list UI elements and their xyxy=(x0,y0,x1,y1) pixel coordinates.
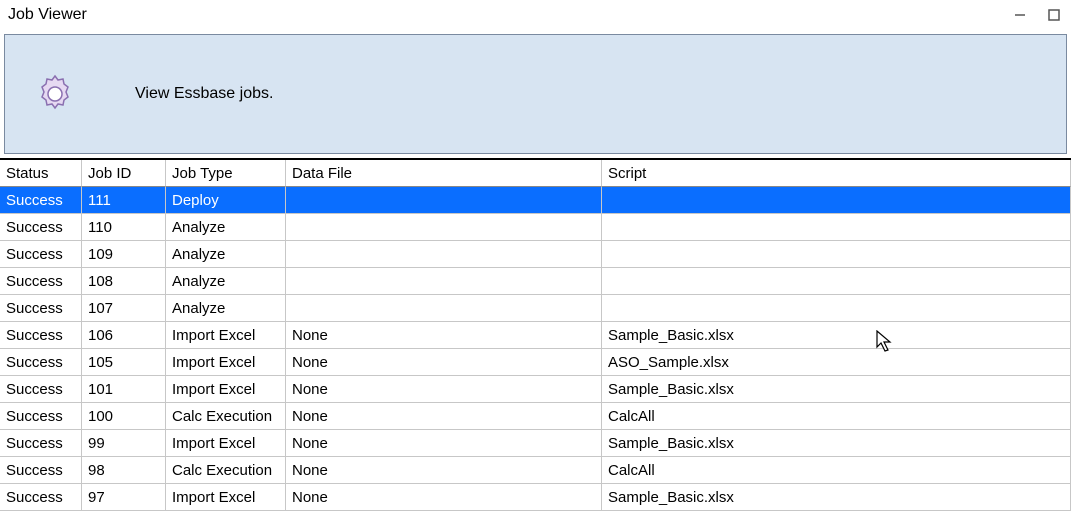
cell-status: Success xyxy=(0,241,82,268)
cell-job-type: Analyze xyxy=(166,241,286,268)
cell-script: Sample_Basic.xlsx xyxy=(602,376,1071,403)
cell-job-type: Import Excel xyxy=(166,484,286,511)
header-panel: View Essbase jobs. xyxy=(4,34,1067,154)
cell-data-file xyxy=(286,268,602,295)
cell-job-id: 107 xyxy=(82,295,166,322)
cell-status: Success xyxy=(0,187,82,214)
cell-job-id: 98 xyxy=(82,457,166,484)
cell-data-file: None xyxy=(286,322,602,349)
cell-status: Success xyxy=(0,430,82,457)
cell-job-type: Analyze xyxy=(166,295,286,322)
table-row[interactable]: Success109Analyze xyxy=(0,241,1071,268)
cell-job-id: 109 xyxy=(82,241,166,268)
cell-script: ASO_Sample.xlsx xyxy=(602,349,1071,376)
cell-data-file: None xyxy=(286,430,602,457)
cell-job-type: Deploy xyxy=(166,187,286,214)
col-job-id[interactable]: Job ID xyxy=(82,160,166,187)
cell-script: Sample_Basic.xlsx xyxy=(602,484,1071,511)
cell-job-id: 111 xyxy=(82,187,166,214)
cell-job-id: 106 xyxy=(82,322,166,349)
cell-status: Success xyxy=(0,403,82,430)
table-row[interactable]: Success100Calc ExecutionNoneCalcAll xyxy=(0,403,1071,430)
table-row[interactable]: Success99Import ExcelNoneSample_Basic.xl… xyxy=(0,430,1071,457)
cell-job-type: Calc Execution xyxy=(166,457,286,484)
cell-script: Sample_Basic.xlsx xyxy=(602,322,1071,349)
cell-status: Success xyxy=(0,457,82,484)
table-row[interactable]: Success111Deploy xyxy=(0,187,1071,214)
cell-data-file: None xyxy=(286,349,602,376)
cell-data-file xyxy=(286,214,602,241)
table-row[interactable]: Success107Analyze xyxy=(0,295,1071,322)
col-data-file[interactable]: Data File xyxy=(286,160,602,187)
table-row[interactable]: Success108Analyze xyxy=(0,268,1071,295)
table-row[interactable]: Success101Import ExcelNoneSample_Basic.x… xyxy=(0,376,1071,403)
cell-status: Success xyxy=(0,295,82,322)
cell-status: Success xyxy=(0,349,82,376)
cell-job-type: Import Excel xyxy=(166,430,286,457)
maximize-button[interactable] xyxy=(1037,0,1071,30)
cell-job-id: 100 xyxy=(82,403,166,430)
col-script[interactable]: Script xyxy=(602,160,1071,187)
cell-job-type: Analyze xyxy=(166,214,286,241)
cell-script: CalcAll xyxy=(602,403,1071,430)
table-row[interactable]: Success106Import ExcelNoneSample_Basic.x… xyxy=(0,322,1071,349)
cell-job-type: Import Excel xyxy=(166,349,286,376)
cell-script: Sample_Basic.xlsx xyxy=(602,430,1071,457)
header-description: View Essbase jobs. xyxy=(135,85,273,103)
window-title: Job Viewer xyxy=(8,6,87,24)
window-controls xyxy=(1003,0,1071,30)
cell-job-id: 110 xyxy=(82,214,166,241)
cell-data-file xyxy=(286,295,602,322)
col-job-type[interactable]: Job Type xyxy=(166,160,286,187)
cell-script xyxy=(602,187,1071,214)
cell-job-id: 101 xyxy=(82,376,166,403)
cell-job-type: Import Excel xyxy=(166,376,286,403)
cell-job-id: 99 xyxy=(82,430,166,457)
cell-script: CalcAll xyxy=(602,457,1071,484)
cell-data-file xyxy=(286,241,602,268)
table-row[interactable]: Success105Import ExcelNoneASO_Sample.xls… xyxy=(0,349,1071,376)
cell-data-file: None xyxy=(286,457,602,484)
cell-status: Success xyxy=(0,376,82,403)
cell-status: Success xyxy=(0,214,82,241)
minimize-button[interactable] xyxy=(1003,0,1037,30)
cell-script xyxy=(602,214,1071,241)
table-header-row: Status Job ID Job Type Data File Script xyxy=(0,160,1071,187)
cell-job-id: 108 xyxy=(82,268,166,295)
table-row[interactable]: Success97Import ExcelNoneSample_Basic.xl… xyxy=(0,484,1071,511)
cell-script xyxy=(602,295,1071,322)
col-status[interactable]: Status xyxy=(0,160,82,187)
gear-icon xyxy=(25,64,85,124)
cell-script xyxy=(602,268,1071,295)
table-row[interactable]: Success98Calc ExecutionNoneCalcAll xyxy=(0,457,1071,484)
cell-job-type: Import Excel xyxy=(166,322,286,349)
cell-job-id: 105 xyxy=(82,349,166,376)
cell-status: Success xyxy=(0,322,82,349)
cell-status: Success xyxy=(0,484,82,511)
cell-script xyxy=(602,241,1071,268)
window-titlebar: Job Viewer xyxy=(0,0,1071,30)
table-row[interactable]: Success110Analyze xyxy=(0,214,1071,241)
cell-data-file: None xyxy=(286,403,602,430)
jobs-table[interactable]: Status Job ID Job Type Data File Script … xyxy=(0,158,1071,511)
cell-data-file: None xyxy=(286,376,602,403)
cell-data-file xyxy=(286,187,602,214)
cell-job-type: Calc Execution xyxy=(166,403,286,430)
cell-job-type: Analyze xyxy=(166,268,286,295)
cell-job-id: 97 xyxy=(82,484,166,511)
cell-status: Success xyxy=(0,268,82,295)
cell-data-file: None xyxy=(286,484,602,511)
